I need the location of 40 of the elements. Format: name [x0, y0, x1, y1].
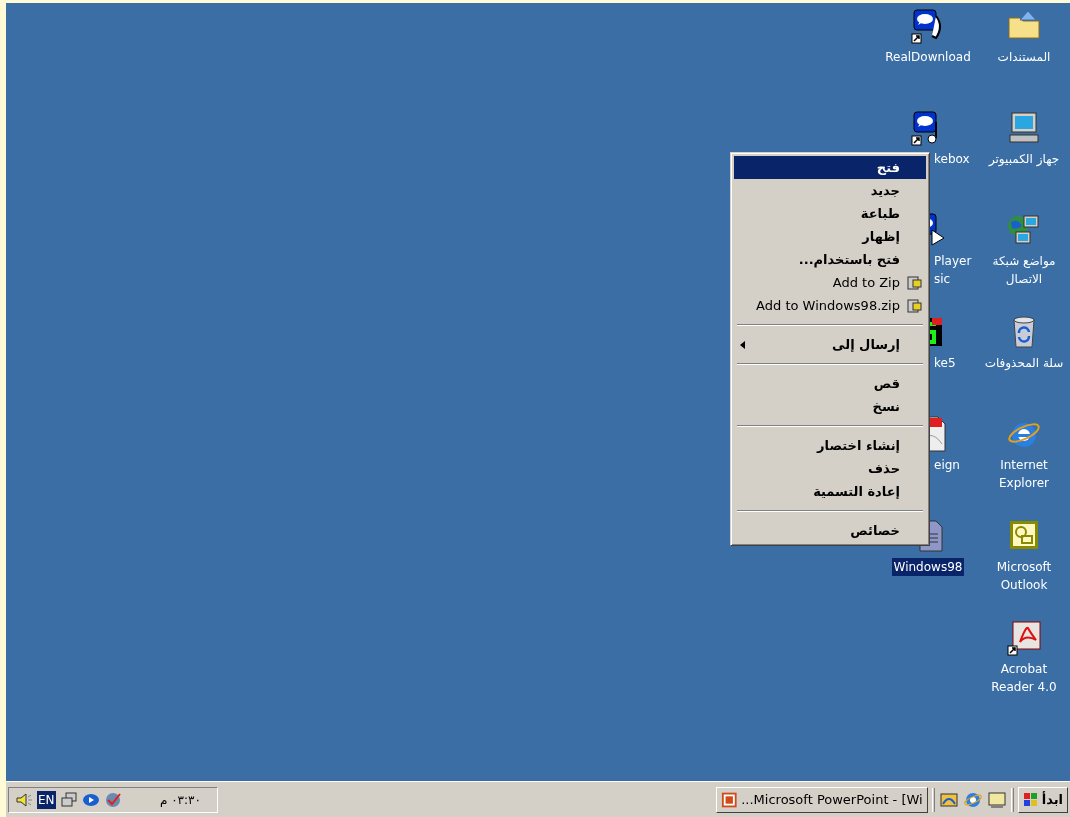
icon-label[interactable]: مواضع شبكة الاتصال [978, 252, 1070, 288]
computer-icon [1006, 110, 1042, 146]
menu-item[interactable]: نسخ [734, 395, 926, 418]
icon-label[interactable]: Internet Explorer [978, 456, 1070, 492]
icon-label[interactable]: eign [932, 456, 962, 474]
icon-label[interactable]: kebox [932, 150, 972, 168]
menu-item[interactable]: طباعة [734, 202, 926, 225]
menu-item[interactable]: فتح [734, 156, 926, 179]
zip-icon [906, 297, 922, 314]
zip-icon [906, 274, 922, 291]
icon-label[interactable]: جهاز الكمبيوتر [986, 150, 1062, 168]
clock: ٠٣:٣٠ م [159, 791, 201, 809]
menu-item[interactable]: حذف [734, 457, 926, 480]
icon-label[interactable]: Windows98 [891, 558, 965, 576]
windows-logo-icon [1022, 791, 1039, 808]
speaker-icon[interactable] [15, 790, 33, 809]
menu-item[interactable]: إظهار [734, 225, 926, 248]
icon-label[interactable]: Microsoft Outlook [978, 558, 1070, 594]
menu-item[interactable]: إعادة التسمية [734, 480, 926, 503]
menu-item[interactable]: جديد [734, 179, 926, 202]
icon-label[interactable]: RealDownload [883, 48, 973, 66]
icon-label[interactable]: ke5 [932, 354, 958, 372]
network-icon[interactable] [59, 790, 78, 809]
icon-label[interactable]: Player sic [932, 252, 978, 288]
menu-item[interactable]: إرسال إلى [734, 333, 926, 356]
icon-label[interactable]: سلة المحذوفات [982, 354, 1066, 372]
menu-item[interactable]: Add to Windows98.zip [734, 294, 926, 317]
menu-item[interactable]: قص [734, 372, 926, 395]
icon-label[interactable]: Acrobat Reader 4.0 [978, 660, 1070, 696]
submenu-arrow-icon [740, 340, 745, 349]
start-button[interactable]: ابدأ [1017, 786, 1068, 813]
globe-check-icon[interactable] [103, 790, 122, 809]
task-button[interactable]: ...Microsoft PowerPoint - [Wi [715, 786, 928, 813]
language-indicator[interactable]: EN [37, 790, 56, 809]
menu-item[interactable]: فتح باستخدام... [734, 248, 926, 271]
icon-label[interactable]: المستندات [995, 48, 1053, 66]
menu-item[interactable]: إنشاء اختصار [734, 434, 926, 457]
acrobat-icon [1006, 620, 1042, 656]
menu-item[interactable]: Add to Zip [734, 271, 926, 294]
menu-item[interactable]: خصائص [734, 519, 926, 542]
